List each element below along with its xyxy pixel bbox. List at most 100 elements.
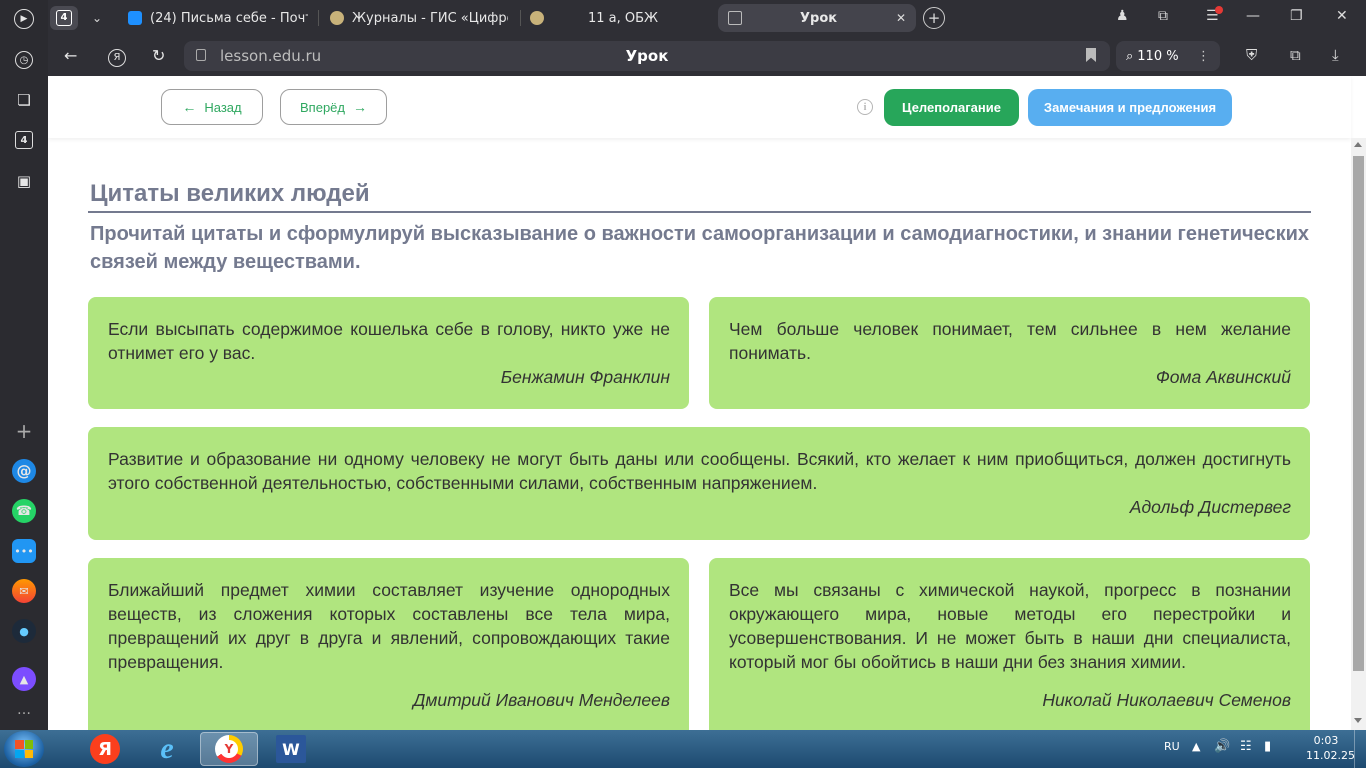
info-icon[interactable]: i bbox=[857, 99, 873, 115]
quote-card-mendeleev: Ближайший предмет химии составляет изуче… bbox=[88, 558, 689, 730]
tab-label: 11 а, ОБЖ bbox=[588, 10, 659, 26]
tab-list-chevron-icon[interactable]: ⌄ bbox=[84, 6, 110, 30]
tabs-icon[interactable]: 4 bbox=[12, 128, 36, 152]
video-icon[interactable]: ▶ bbox=[12, 7, 36, 31]
tab-lesson[interactable]: Урок ✕ bbox=[718, 4, 916, 32]
quote-card-semenov: Все мы связаны с химической наукой, прог… bbox=[709, 558, 1310, 730]
clock-time: 0:03 bbox=[1313, 734, 1339, 747]
tab-count-button[interactable]: 4 bbox=[50, 6, 78, 30]
mail-favicon-icon bbox=[128, 11, 142, 25]
shield-icon[interactable]: ⛨ bbox=[1246, 46, 1257, 64]
menu-icon[interactable]: ☰ bbox=[1206, 6, 1223, 24]
windows-taskbar: Я e Y W RU ▲ 🔊 ☷ ▮ 0:03 11.02.25 bbox=[0, 730, 1366, 768]
tab-divider bbox=[520, 10, 521, 26]
arrow-right-icon: → bbox=[353, 99, 367, 115]
tab-label: (24) Письма себе - Почта bbox=[150, 10, 308, 26]
quote-text: Ближайший предмет химии составляет изуче… bbox=[108, 580, 670, 672]
scroll-up-arrow-icon[interactable] bbox=[1354, 142, 1362, 147]
zoom-level: 110 % bbox=[1137, 48, 1179, 64]
quote-text: Все мы связаны с химической наукой, прог… bbox=[729, 580, 1291, 672]
back-button[interactable]: ← Назад bbox=[161, 89, 263, 125]
quote-author: Николай Николаевич Семенов bbox=[1042, 690, 1291, 710]
collections-icon[interactable]: ❏ bbox=[12, 88, 36, 112]
yandex-home-icon[interactable]: Я bbox=[108, 45, 126, 67]
page-favicon-icon bbox=[728, 11, 742, 25]
quote-author: Адольф Дистервег bbox=[1129, 497, 1291, 517]
quote-author: Бенжамин Франклин bbox=[500, 367, 670, 387]
windows-logo-icon bbox=[15, 740, 33, 758]
alice-icon[interactable]: ▲ bbox=[12, 667, 36, 691]
url-field[interactable]: lesson.edu.ru Урок bbox=[184, 41, 1110, 71]
back-button-label: Назад bbox=[204, 99, 242, 115]
page-menu-icon[interactable]: ⋮ bbox=[1197, 49, 1210, 64]
close-tab-icon[interactable]: ✕ bbox=[896, 11, 906, 25]
more-icon[interactable]: … bbox=[12, 698, 36, 722]
browser-tab-bar: 4 ⌄ (24) Письма себе - Почта Журналы - Г… bbox=[0, 0, 1366, 36]
extensions-icon[interactable]: ⧉ bbox=[1290, 46, 1301, 64]
restore-icon[interactable]: ❐ bbox=[1290, 8, 1303, 24]
screenshot-icon[interactable]: ▣ bbox=[12, 169, 36, 193]
tab-divider bbox=[318, 10, 319, 26]
minimize-icon[interactable]: — bbox=[1246, 8, 1260, 24]
task-instruction: Прочитай цитаты и сформулируй высказыван… bbox=[90, 223, 1310, 273]
feedback-button[interactable]: Замечания и предложения bbox=[1028, 89, 1232, 126]
mail-icon[interactable]: @ bbox=[12, 459, 36, 483]
profile-icon[interactable]: ♟ bbox=[1116, 8, 1129, 24]
browser-back-arrow-icon[interactable]: ← bbox=[64, 46, 77, 65]
start-button[interactable] bbox=[4, 731, 44, 767]
close-window-icon[interactable]: ✕ bbox=[1336, 8, 1348, 24]
add-icon[interactable]: + bbox=[12, 419, 36, 443]
quote-author: Фома Аквинский bbox=[1155, 367, 1291, 387]
forward-button[interactable]: Вперёд → bbox=[280, 89, 387, 125]
tab-journals[interactable]: Журналы - ГИС «Цифров bbox=[330, 4, 508, 32]
word-icon: W bbox=[276, 735, 306, 763]
yandex-icon: Я bbox=[90, 734, 120, 764]
tab-label: Журналы - ГИС «Цифров bbox=[352, 10, 508, 26]
goal-setting-button[interactable]: Целеполагание bbox=[884, 89, 1019, 126]
quote-card-diesterweg: Развитие и образование ни одному человек… bbox=[88, 427, 1310, 540]
url-page-title: Урок bbox=[625, 47, 669, 65]
network-icon[interactable]: ☷ bbox=[1240, 739, 1252, 754]
taskbar-yandex[interactable]: Я bbox=[76, 732, 134, 766]
taskbar-word[interactable]: W bbox=[262, 732, 320, 766]
reload-icon[interactable]: ↻ bbox=[152, 46, 165, 65]
section-heading: Цитаты великих людей bbox=[90, 180, 370, 207]
scroll-down-arrow-icon[interactable] bbox=[1354, 718, 1362, 723]
zoom-control[interactable]: ⌕ 110 % ⋮ bbox=[1116, 41, 1220, 71]
new-tab-button[interactable]: + bbox=[923, 7, 945, 29]
language-indicator[interactable]: RU bbox=[1164, 740, 1180, 753]
chat-icon[interactable]: ● bbox=[12, 619, 36, 643]
quote-text: Если высыпать содержимое кошелька себе в… bbox=[108, 319, 670, 363]
volume-icon[interactable]: 🔊 bbox=[1214, 739, 1230, 754]
internet-explorer-icon: e bbox=[160, 732, 174, 765]
gis-favicon-icon bbox=[330, 11, 344, 25]
taskbar-yandex-browser[interactable]: Y bbox=[200, 732, 258, 766]
yandex-browser-icon: Y bbox=[215, 735, 243, 763]
heading-divider bbox=[88, 211, 1311, 213]
tab-mail[interactable]: (24) Письма себе - Почта bbox=[128, 4, 308, 32]
downloads-icon[interactable]: ⤓ bbox=[1332, 46, 1339, 64]
quote-card-franklin: Если высыпать содержимое кошелька себе в… bbox=[88, 297, 689, 409]
forward-button-label: Вперёд bbox=[300, 99, 345, 115]
lesson-top-navigation: ← Назад Вперёд → i Целеполагание Замечан… bbox=[48, 76, 1351, 138]
notification-dot bbox=[1215, 6, 1223, 14]
scrollbar-thumb[interactable] bbox=[1353, 156, 1364, 671]
tab-label: Урок bbox=[800, 10, 838, 26]
notes-icon[interactable]: ✉ bbox=[12, 579, 36, 603]
browser-sidebar: ▶ ◷ ❏ 4 ▣ + @ ☎ ••• ✉ ● ▲ … bbox=[0, 0, 48, 730]
taskbar-ie[interactable]: e bbox=[138, 732, 196, 766]
clock[interactable]: 0:03 11.02.25 bbox=[1306, 734, 1355, 762]
whatsapp-icon[interactable]: ☎ bbox=[12, 499, 36, 523]
messenger-icon[interactable]: ••• bbox=[12, 539, 36, 563]
arrow-left-icon: ← bbox=[182, 99, 197, 115]
history-icon[interactable]: ◷ bbox=[12, 48, 36, 72]
quote-text: Развитие и образование ни одному человек… bbox=[108, 449, 1291, 493]
signal-icon[interactable]: ▮ bbox=[1264, 739, 1271, 754]
tab-obzh[interactable]: 11 а, ОБЖ bbox=[530, 4, 700, 32]
window-switch-icon[interactable]: ⧉ bbox=[1158, 8, 1168, 24]
tray-arrow-icon[interactable]: ▲ bbox=[1192, 740, 1200, 753]
gis-favicon-icon bbox=[530, 11, 544, 25]
page-content: ← Назад Вперёд → i Целеполагание Замечан… bbox=[48, 76, 1366, 730]
show-desktop-button[interactable] bbox=[1354, 730, 1366, 768]
clock-date: 11.02.25 bbox=[1306, 749, 1355, 762]
